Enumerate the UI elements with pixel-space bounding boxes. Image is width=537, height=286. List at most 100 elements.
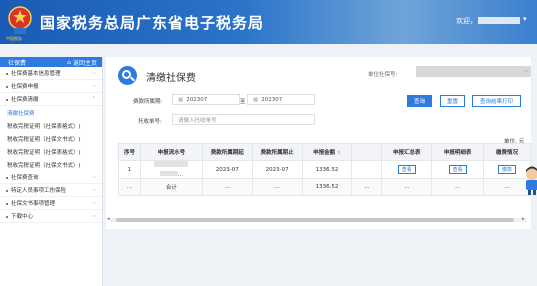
view-detail-button[interactable]: 查看 [448, 165, 467, 174]
cell-total-label: 合计 [139, 178, 203, 196]
pay-button[interactable]: 缴款 [498, 165, 517, 174]
chevron-down-icon: ⌵ [92, 83, 96, 89]
horizontal-scrollbar[interactable]: ◂ ▸ [107, 216, 527, 222]
sidebar-item-injury[interactable]: 特定人员事项工伤保险 ⌵ [0, 184, 102, 197]
table-row: 1 … 2023-07 2023-07 1336.52 查看 查看 缴款 [118, 160, 531, 179]
chevron-up-icon: ⌃ [91, 96, 96, 102]
chevron-down-icon: ⌵ [92, 70, 96, 76]
scroll-right-icon[interactable]: ▸ [522, 216, 525, 222]
cell-index: ... [118, 178, 141, 196]
period-label: 费款所属期: [133, 99, 163, 105]
period-start-value: 202307 [186, 96, 208, 103]
sidebar-item-declare[interactable]: 社保费申报 ⌵ [0, 80, 102, 93]
query-button[interactable]: 查询 [407, 95, 432, 107]
sidebar-header: 社保费 ⌂ 返回主页 [0, 57, 102, 67]
scrollbar-thumb[interactable] [116, 218, 514, 222]
cell-summary: ... [381, 178, 433, 196]
col-header-index: 序号 [118, 143, 141, 161]
cell-blank [351, 160, 383, 179]
cell-detail: 查看 [431, 160, 485, 179]
sidebar-item-clearance[interactable]: 社保费清缴 ⌃ [0, 93, 102, 106]
sidebar-subitem-certificate[interactable]: 税收完税证明（社保表格式）( [0, 119, 102, 132]
receipt-label: 托收单号: [138, 119, 162, 125]
cell-amount: 1336.52 [301, 178, 353, 196]
results-table: 序号 申报流水号 费款所属期起 费款所属期止 申报金额 ⇅ 申报汇总表 申报明细… [118, 143, 531, 196]
welcome-text: 欢迎， [456, 17, 477, 25]
serial-redacted [154, 161, 189, 167]
sidebar: 社保费 ⌂ 返回主页 社保费基本信息管理 ⌵ 社保费申报 ⌵ 社保费清缴 ⌃ 清… [0, 57, 103, 286]
sidebar-item-label: 社保文书事项管理 [11, 201, 56, 207]
cell-period-start: 2023-07 [201, 160, 253, 179]
period-to-label: 至 [240, 99, 246, 105]
sidebar-item-label: 社保费申报 [11, 84, 39, 90]
sidebar-item-documents[interactable]: 社保文书事项管理 ⌵ [0, 197, 102, 210]
table-header-row: 序号 申报流水号 费款所属期起 费款所属期止 申报金额 ⇅ 申报汇总表 申报明细… [118, 143, 531, 161]
cell-amount: 1336.52 [301, 160, 353, 179]
page-title: 清缴社保费 [146, 73, 196, 84]
sidebar-item-query[interactable]: 社保费查询 ⌵ [0, 171, 102, 184]
cell-detail: ... [431, 178, 485, 196]
logo-text: 中国税务 [6, 36, 22, 41]
unit-social-id-select[interactable] [416, 66, 531, 77]
sidebar-item-label: 社保费查询 [11, 175, 39, 181]
period-end-input[interactable]: ▦ 202307 [247, 94, 315, 105]
col-header-payment: 缴费情况 [483, 143, 531, 161]
serial-suffix: … [177, 172, 184, 178]
col-header-amount[interactable]: 申报金额 ⇅ [301, 143, 353, 161]
receipt-placeholder: 请输入托收单号 [178, 117, 217, 124]
cell-summary: 查看 [381, 160, 433, 179]
home-link[interactable]: ⌂ 返回主页 [67, 58, 97, 67]
period-start-input[interactable]: ▦ 202307 [172, 94, 240, 105]
scroll-left-icon[interactable]: ◂ [107, 216, 110, 222]
chevron-down-icon: ⌵ [92, 213, 96, 219]
receipt-input[interactable]: 请输入托收单号 [172, 114, 315, 125]
chevron-down-icon[interactable]: ⌵ [524, 67, 529, 75]
username-redacted[interactable] [478, 17, 520, 24]
sidebar-item-downloads[interactable]: 下载中心 ⌵ [0, 210, 102, 223]
col-header-blank [351, 143, 383, 161]
col-header-summary: 申报汇总表 [381, 143, 433, 161]
col-header-detail: 申报明细表 [431, 143, 485, 161]
site-title: 国家税务总局广东省电子税务局 [40, 14, 265, 32]
tax-emblem-icon [8, 6, 32, 34]
sidebar-subitem-certificate[interactable]: 税收完税证明（社保表格式）( [0, 145, 102, 158]
sort-icon[interactable]: ⇅ [337, 151, 341, 156]
cell-serial: … [139, 160, 203, 179]
sidebar-title: 社保费 [8, 59, 27, 67]
table-total-row: ... 合计 ... ... 1336.52 ... ... ... ... [118, 178, 531, 196]
reset-button[interactable]: 重置 [440, 95, 465, 107]
chevron-down-icon[interactable]: ▾ [523, 15, 527, 23]
sidebar-subitem-certificate[interactable]: 税收完税证明（社保文书式）( [0, 158, 102, 171]
cell-period-end: ... [251, 178, 303, 196]
cell-index: 1 [118, 160, 141, 179]
home-icon: ⌂ [67, 58, 71, 66]
calendar-icon: ▦ [253, 96, 259, 103]
sidebar-subitem-certificate[interactable]: 税收完税证明（社保文书式）( [0, 132, 102, 145]
sidebar-item-label: 社保费清缴 [11, 97, 39, 103]
search-icon [118, 66, 137, 85]
chevron-down-icon: ⌵ [92, 200, 96, 206]
sidebar-item-label: 特定人员事项工伤保险 [11, 188, 67, 194]
view-summary-button[interactable]: 查看 [397, 165, 416, 174]
home-link-label: 返回主页 [72, 59, 97, 67]
sidebar-item-label: 社保费基本信息管理 [11, 71, 61, 77]
period-end-value: 202307 [261, 96, 283, 103]
col-header-period-end: 费款所属期止 [251, 143, 303, 161]
app-header: 中国税务 国家税务总局广东省电子税务局 欢迎， ▾ [0, 0, 537, 44]
col-header-serial: 申报流水号 [139, 143, 203, 161]
assistant-mascot-icon[interactable] [523, 166, 537, 196]
sidebar-item-basic-info[interactable]: 社保费基本信息管理 ⌵ [0, 67, 102, 80]
print-results-button[interactable]: 查询结果打印 [472, 95, 521, 107]
serial-redacted [159, 171, 178, 176]
chevron-down-icon: ⌵ [92, 187, 96, 193]
sidebar-subitem-clear-fee[interactable]: 清缴社保费 [0, 106, 102, 119]
col-header-period-start: 费款所属期起 [201, 143, 253, 161]
chevron-down-icon: ⌵ [92, 174, 96, 180]
sidebar-item-label: 下载中心 [11, 214, 34, 220]
main-panel: 清缴社保费 单位社保号: ⌵ 费款所属期: ▦ 202307 至 ▦ 20230… [106, 57, 531, 229]
unit-social-id-label: 单位社保号: [368, 72, 398, 78]
col-header-amount-label: 申报金额 [313, 150, 336, 156]
cell-period-end: 2023-07 [251, 160, 303, 179]
calendar-icon: ▦ [178, 96, 184, 103]
cell-blank: ... [351, 178, 383, 196]
